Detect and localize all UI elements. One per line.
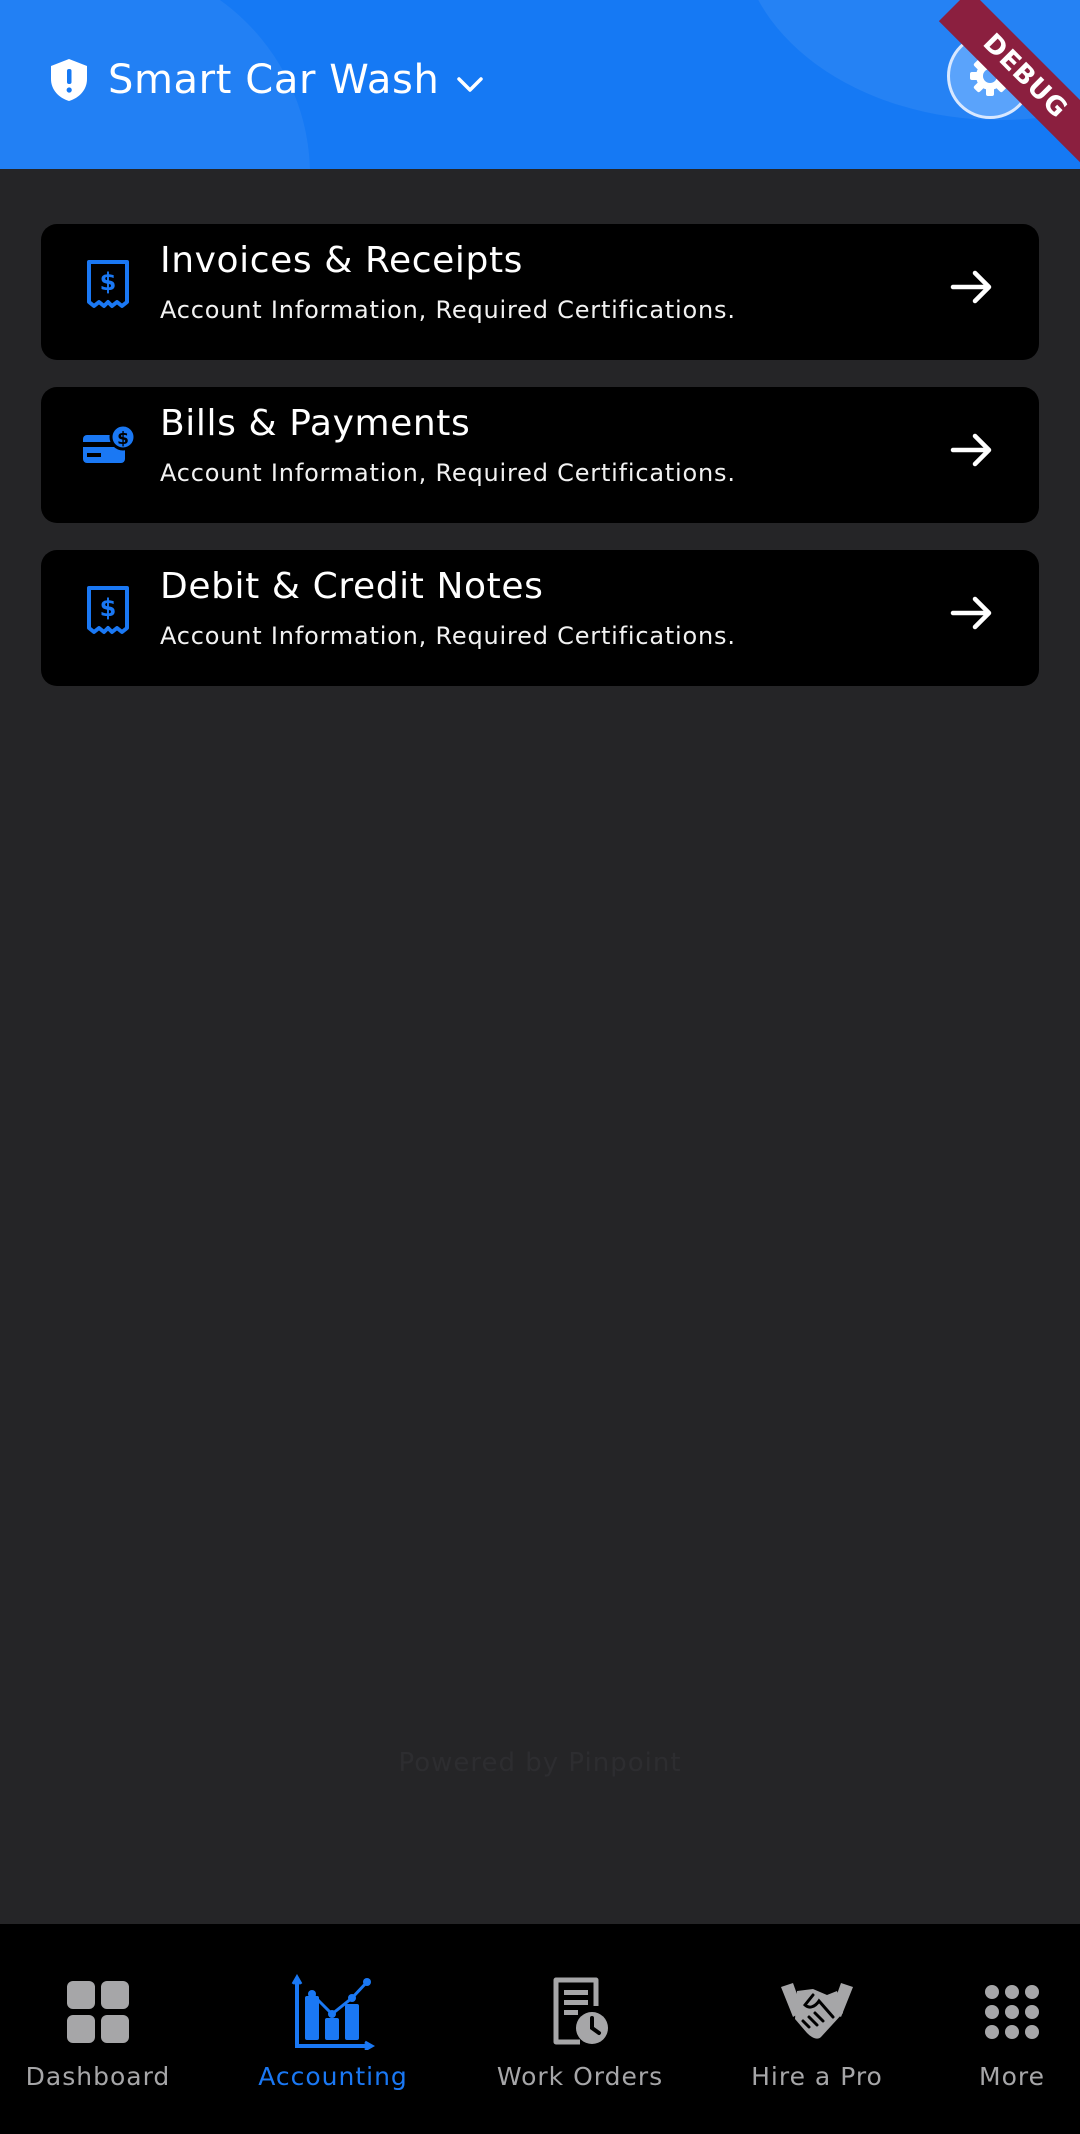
footer-watermark: Powered by Pinpoint [398,1748,682,1778]
card-title: Invoices & Receipts [160,240,524,281]
receipt-dollar-icon: $ [79,582,137,640]
accounting-menu: $ Invoices & Receipts Account Informatio… [41,224,1039,713]
nav-accounting[interactable]: Accounting [240,1924,426,2134]
svg-text:$: $ [117,429,129,449]
bottom-navigation: Dashboard Accounting Work Orders Hire a … [0,1924,1080,2134]
receipt-dollar-icon: $ [79,256,137,314]
card-subtitle: Account Information, Required Certificat… [160,622,736,650]
nav-work-orders[interactable]: Work Orders [480,1924,680,2134]
dashboard-grid-icon [65,1972,131,2052]
chevron-down-icon [457,77,484,92]
accounting-chart-icon [291,1972,375,2052]
bills-payments-card[interactable]: $ Bills & Payments Account Information, … [41,387,1039,523]
business-name: Smart Car Wash [108,57,440,103]
bill-payment-icon: $ [79,419,137,477]
arrow-right-icon [950,270,992,304]
more-dots-icon [984,1972,1040,2052]
nav-label: More [979,2062,1045,2091]
nav-label: Work Orders [496,2062,664,2091]
debit-credit-notes-card[interactable]: $ Debit & Credit Notes Account Informati… [41,550,1039,686]
arrow-right-icon [950,433,992,467]
nav-hire-a-pro[interactable]: Hire a Pro [720,1924,914,2134]
business-selector[interactable]: Smart Car Wash [48,52,487,108]
app-header: Smart Car Wash DEBUG [0,0,1080,169]
work-orders-icon [550,1972,610,2052]
invoices-receipts-card[interactable]: $ Invoices & Receipts Account Informatio… [41,224,1039,360]
nav-label: Accounting [258,2062,408,2091]
card-title: Debit & Credit Notes [160,566,544,607]
arrow-right-icon [950,596,992,630]
nav-label: Dashboard [25,2062,171,2091]
card-title: Bills & Payments [160,403,471,444]
card-subtitle: Account Information, Required Certificat… [160,296,736,324]
nav-label: Hire a Pro [751,2062,883,2091]
shield-alert-icon [51,59,87,101]
handshake-icon [779,1972,855,2052]
svg-text:$: $ [100,594,117,622]
nav-dashboard[interactable]: Dashboard [0,1924,196,2134]
nav-more[interactable]: More [960,1924,1064,2134]
card-subtitle: Account Information, Required Certificat… [160,459,736,487]
svg-text:$: $ [100,268,117,296]
